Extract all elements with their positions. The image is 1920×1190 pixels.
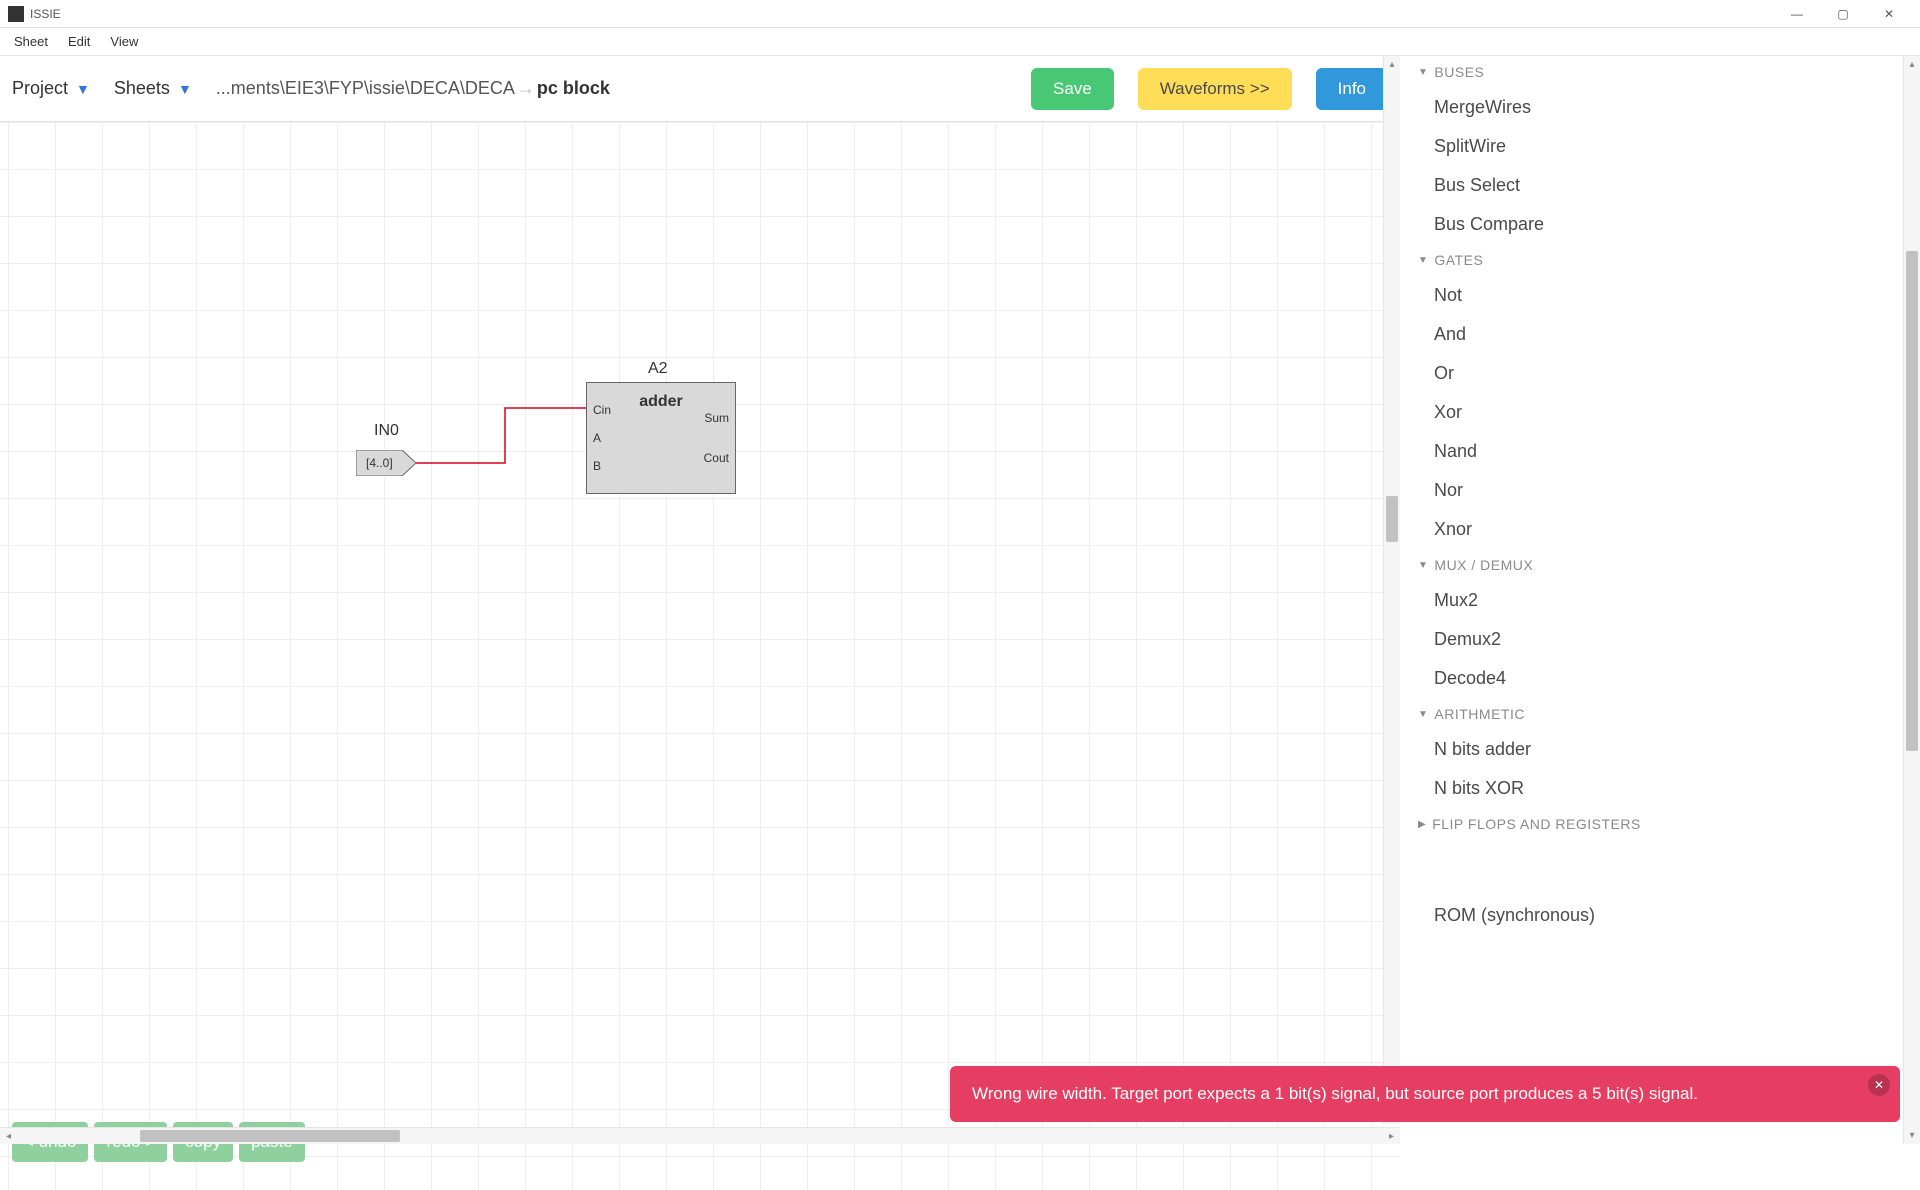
category-title: ARITHMETIC	[1434, 706, 1525, 722]
error-message: Wrong wire width. Target port expects a …	[972, 1084, 1698, 1103]
catalogue-item[interactable]: N bits XOR	[1400, 769, 1903, 808]
category-header-mux-demux[interactable]: ▼ MUX / DEMUX	[1400, 549, 1903, 581]
info-button[interactable]: Info	[1316, 68, 1388, 110]
catalogue-item[interactable]: Nand	[1400, 432, 1903, 471]
titlebar: ISSIE — ▢ ✕	[0, 0, 1920, 28]
breadcrumb-current: pc block	[537, 78, 610, 99]
wire-error[interactable]	[0, 122, 1400, 1022]
adder-instance-name: A2	[648, 360, 668, 378]
category-header-flip-flops-and-registers[interactable]: ▶ FLIP FLOPS AND REGISTERS	[1400, 808, 1903, 840]
app-title: ISSIE	[30, 7, 61, 21]
catalogue-item[interactable]: Demux2	[1400, 620, 1903, 659]
save-button[interactable]: Save	[1031, 68, 1114, 110]
port-sum[interactable]: Sum	[704, 411, 729, 425]
catalogue-item[interactable]: ROM (synchronous)	[1400, 896, 1903, 935]
catalogue-item[interactable]: N bits adder	[1400, 730, 1903, 769]
port-cin[interactable]: Cin	[593, 403, 611, 417]
catalogue-item[interactable]: Not	[1400, 276, 1903, 315]
breadcrumb-path: ...ments\EIE3\FYP\issie\DECA\DECA	[216, 78, 515, 99]
window-maximize-button[interactable]: ▢	[1820, 0, 1866, 28]
category-title: MUX / DEMUX	[1434, 557, 1533, 573]
project-dropdown[interactable]: Project ▼	[12, 78, 90, 99]
category-header-gates[interactable]: ▼ GATES	[1400, 244, 1903, 276]
error-toast: Wrong wire width. Target port expects a …	[950, 1066, 1900, 1122]
catalogue-sidebar: ▼ BUSES MergeWiresSplitWireBus SelectBus C…	[1400, 56, 1920, 1144]
triangle-down-icon: ▼	[1418, 255, 1428, 266]
scroll-up-icon[interactable]: ▴	[1384, 56, 1400, 73]
catalogue-item[interactable]: Xor	[1400, 393, 1903, 432]
toolbar: Project ▼ Sheets ▼ ...ments\EIE3\FYP\iss…	[0, 56, 1400, 122]
triangle-down-icon: ▼	[1418, 67, 1428, 78]
catalogue-item[interactable]: SplitWire	[1400, 127, 1903, 166]
chevron-down-icon: ▼	[178, 81, 192, 97]
menubar: Sheet Edit View	[0, 28, 1920, 56]
category-header-arithmetic[interactable]: ▼ ARITHMETIC	[1400, 698, 1903, 730]
catalogue-item[interactable]: Bus Select	[1400, 166, 1903, 205]
chevron-down-icon: ▼	[76, 81, 90, 97]
triangle-down-icon: ▼	[1418, 560, 1428, 571]
catalogue-item[interactable]: Nor	[1400, 471, 1903, 510]
category-header-buses[interactable]: ▼ BUSES	[1400, 56, 1903, 88]
triangle-down-icon: ▼	[1418, 709, 1428, 720]
canvas-vertical-scrollbar[interactable]: ▴ ▾	[1383, 56, 1400, 1124]
port-b[interactable]: B	[593, 459, 601, 473]
error-close-button[interactable]: ✕	[1868, 1074, 1890, 1096]
scrollbar-thumb[interactable]	[1906, 251, 1918, 751]
catalogue-item[interactable]: Decode4	[1400, 659, 1903, 698]
sheets-dropdown[interactable]: Sheets ▼	[114, 78, 192, 99]
menu-view[interactable]: View	[100, 30, 148, 53]
port-a[interactable]: A	[593, 431, 601, 445]
scrollbar-thumb[interactable]	[1386, 496, 1398, 542]
category-title: BUSES	[1434, 64, 1484, 80]
catalogue-item[interactable]: Xnor	[1400, 510, 1903, 549]
scroll-up-icon[interactable]: ▴	[1904, 56, 1920, 73]
adder-body: adder Cin A B Sum Cout	[586, 382, 736, 494]
scroll-right-icon[interactable]: ▸	[1383, 1128, 1400, 1144]
window-minimize-button[interactable]: —	[1774, 0, 1820, 28]
app-icon	[8, 6, 24, 22]
catalogue-item[interactable]: And	[1400, 315, 1903, 354]
catalogue-item[interactable]: Mux2	[1400, 581, 1903, 620]
waveforms-button[interactable]: Waveforms >>	[1138, 68, 1292, 110]
canvas-horizontal-scrollbar[interactable]: ◂ ▸	[0, 1127, 1400, 1144]
scroll-down-icon[interactable]: ▾	[1904, 1127, 1920, 1144]
category-title: FLIP FLOPS AND REGISTERS	[1432, 816, 1641, 832]
category-title: GATES	[1434, 252, 1483, 268]
triangle-right-icon: ▶	[1418, 819, 1426, 830]
sidebar-scrollbar[interactable]: ▴ ▾	[1903, 56, 1920, 1144]
menu-edit[interactable]: Edit	[58, 30, 100, 53]
breadcrumb-arrow: →	[517, 78, 535, 99]
design-canvas[interactable]: IN0 [4..0] A2 adder Cin A B Sum Cout	[0, 122, 1400, 1190]
window-close-button[interactable]: ✕	[1866, 0, 1912, 28]
project-label: Project	[12, 78, 68, 99]
catalogue-item[interactable]: MergeWires	[1400, 88, 1903, 127]
breadcrumb: ...ments\EIE3\FYP\issie\DECA\DECA → pc b…	[216, 78, 1007, 99]
menu-sheet[interactable]: Sheet	[4, 30, 58, 53]
scroll-left-icon[interactable]: ◂	[0, 1128, 17, 1144]
sheets-label: Sheets	[114, 78, 170, 99]
port-cout[interactable]: Cout	[704, 451, 729, 465]
catalogue-item[interactable]: Bus Compare	[1400, 205, 1903, 244]
catalogue-item[interactable]: Or	[1400, 354, 1903, 393]
scrollbar-thumb[interactable]	[140, 1130, 400, 1142]
